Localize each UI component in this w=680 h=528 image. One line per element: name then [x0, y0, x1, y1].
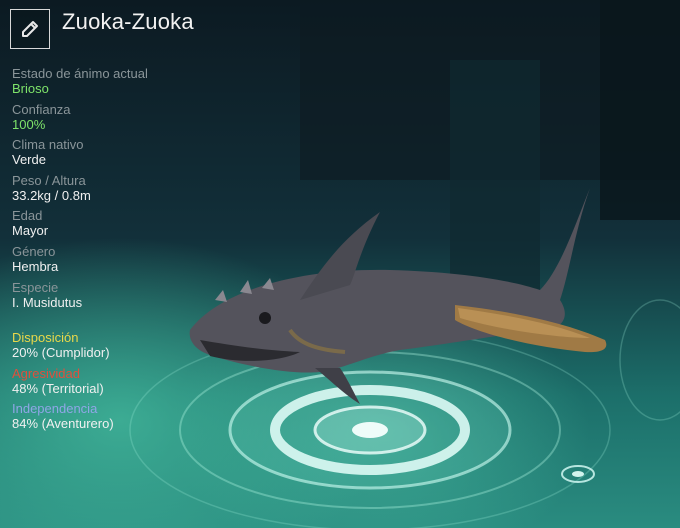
stat-value: I. Musidutus: [12, 294, 83, 310]
stat-mood: Estado de ánimo actual Brioso: [12, 66, 212, 102]
trait-label: Agresividad: [12, 365, 80, 381]
stat-label: Estado de ánimo actual: [12, 66, 148, 81]
stat-value: 100%: [12, 116, 46, 132]
stat-value: Brioso: [12, 81, 49, 96]
stat-label: Género: [12, 243, 56, 259]
stat-value: Mayor: [12, 223, 49, 239]
stat-label: Edad: [12, 208, 43, 224]
trait-value: 48% (Territorial): [12, 380, 104, 396]
stat-species: Especie I. Musidutus: [12, 280, 212, 316]
trait-label: Independencia: [12, 401, 98, 416]
stat-trust: Confianza 100%: [12, 102, 212, 138]
trait-independence: Independencia 84% (Aventurero): [12, 401, 232, 437]
stat-weight-height: Peso / Altura 33.2kg / 0.8m: [12, 173, 212, 209]
trait-value: 84% (Aventurero): [12, 416, 114, 431]
trait-aggression: Agresividad 48% (Territorial): [12, 366, 232, 402]
stat-value: Hembra: [12, 258, 59, 274]
stat-label: Clima nativo: [12, 137, 84, 153]
stat-label: Peso / Altura: [12, 172, 86, 188]
stat-age: Edad Mayor: [12, 208, 212, 244]
stat-climate: Clima nativo Verde: [12, 137, 212, 173]
stat-label: Especie: [12, 279, 59, 295]
creature-name: Zuoka-Zuoka: [62, 9, 194, 34]
stat-value: Verde: [12, 152, 46, 168]
trait-value: 20% (Cumplidor): [12, 345, 110, 360]
stat-gender: Género Hembra: [12, 244, 212, 280]
trait-disposition: Disposición 20% (Cumplidor): [12, 330, 232, 366]
creature-stats-panel: Estado de ánimo actual Brioso Confianza …: [12, 66, 212, 315]
stat-value: 33.2kg / 0.8m: [12, 187, 91, 203]
stat-label: Confianza: [12, 101, 71, 117]
trait-label: Disposición: [12, 330, 79, 345]
creature-traits-panel: Disposición 20% (Cumplidor) Agresividad …: [12, 330, 232, 437]
edit-name-button[interactable]: [10, 9, 50, 49]
pencil-icon: [22, 21, 38, 37]
